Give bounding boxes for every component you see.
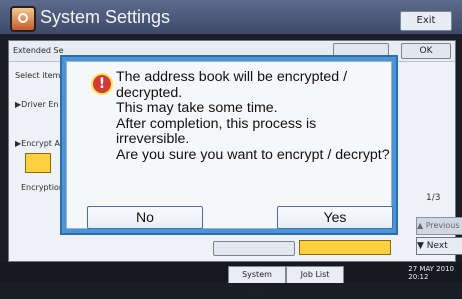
message-line: Are you sure you want to encrypt / decry… (116, 146, 390, 163)
previous-button[interactable]: ▲ Previous (416, 217, 462, 235)
next-button[interactable]: ▼ Next (416, 237, 462, 255)
app-title: System Settings (40, 7, 171, 27)
encrypt-label: ▶Encrypt A (15, 139, 60, 148)
title-bar: System Settings Exit (0, 0, 462, 35)
select-item-label: Select item (15, 71, 61, 80)
encryption-label: Encryption (21, 183, 64, 192)
job-list-button[interactable]: Job List (286, 266, 344, 283)
warning-icon: ! (91, 73, 113, 95)
time-text: 20:12 (408, 273, 429, 281)
date-text: 27 MAY 2010 (408, 265, 454, 273)
message-line: The address book will be encrypted / (116, 69, 348, 85)
no-button[interactable]: No (87, 206, 203, 229)
pager-panel: 1/3 ▲ Previous ▼ Next (416, 173, 462, 255)
system-status-button[interactable]: System Status (228, 266, 286, 295)
background-option-left[interactable] (213, 241, 295, 256)
message-line: After completion, this process is (116, 115, 317, 132)
dialog-content: ! The address book will be encrypted / d… (66, 61, 393, 229)
status-bar: System Status Job List 27 MAY 2010 20:12 (0, 262, 462, 295)
message-line: This may take some time. (116, 100, 278, 116)
confirmation-dialog: ! The address book will be encrypted / d… (60, 55, 398, 235)
yes-button[interactable]: Yes (277, 206, 393, 229)
message-line: irreversible. (116, 131, 190, 147)
exit-button[interactable]: Exit (400, 11, 452, 31)
page-number: 1/3 (426, 193, 441, 203)
message-line: decrypted. (116, 84, 183, 101)
ok-button[interactable]: OK (401, 43, 451, 59)
selected-option-indicator[interactable] (25, 153, 51, 173)
header-label: Extended Se (13, 46, 64, 55)
driver-label: ▶Driver En (15, 100, 59, 109)
dialog-message: The address book will be encrypted / dec… (116, 69, 390, 163)
date-time-display: 27 MAY 2010 20:12 (408, 265, 454, 281)
system-settings-icon (10, 6, 36, 32)
background-option-selected[interactable] (299, 240, 391, 255)
